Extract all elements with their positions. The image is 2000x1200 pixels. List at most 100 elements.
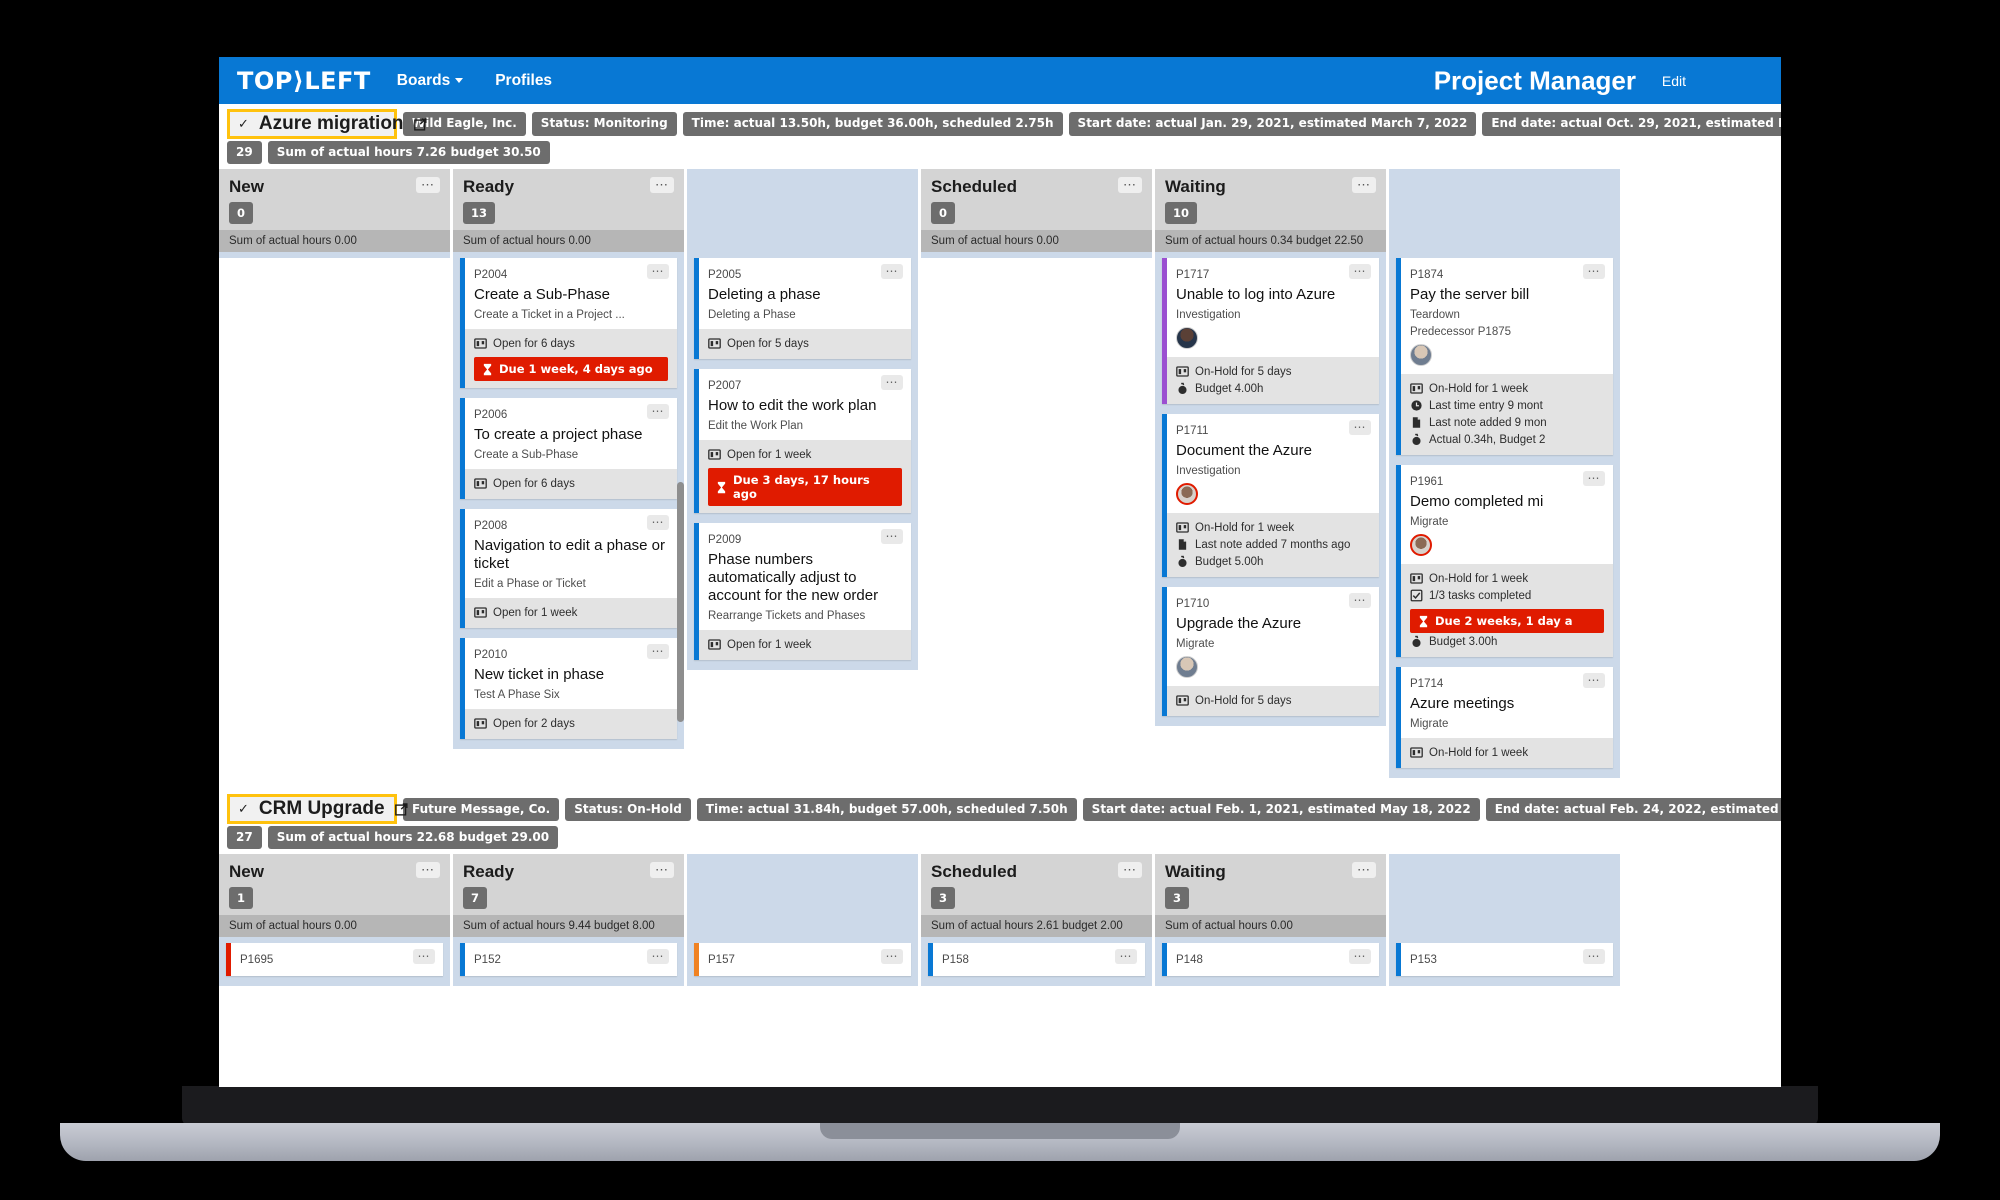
ticket-card[interactable]: P152 ⋯ [460, 943, 677, 977]
card-menu-button[interactable]: ⋯ [647, 949, 669, 965]
collapse-check-icon[interactable]: ✓ [238, 116, 249, 132]
ticket-card[interactable]: P2007 ⋯ How to edit the work plan Edit the … [694, 369, 911, 514]
card-menu-button[interactable]: ⋯ [647, 515, 669, 531]
avatar[interactable] [1410, 534, 1432, 557]
column-body[interactable] [219, 252, 450, 258]
card-meta-text: Actual 0.34h, Budget 2 [1429, 433, 1546, 446]
ticket-card[interactable]: P2006 ⋯ To create a project phase Create a … [460, 398, 677, 500]
board-icon [708, 449, 721, 460]
column-count-badge: 3 [1165, 887, 1190, 910]
ticket-card[interactable]: P1874 ⋯ Pay the server bill Teardown Predece… [1396, 258, 1613, 456]
avatar[interactable] [1176, 483, 1198, 506]
column-body[interactable] [921, 252, 1152, 258]
column-body[interactable]: P152 ⋯ [453, 937, 684, 977]
nav-item-profiles[interactable]: Profiles [479, 66, 568, 96]
column-body-overflow[interactable]: P157 ⋯ [687, 937, 918, 977]
card-menu-button[interactable]: ⋯ [1349, 949, 1371, 965]
card-menu-button[interactable]: ⋯ [881, 949, 903, 965]
ticket-card[interactable]: P1711 ⋯ Document the Azure Investigation On-… [1162, 414, 1379, 578]
column-menu-button[interactable]: ⋯ [416, 862, 440, 879]
board-icon [474, 607, 487, 618]
column-body-overflow[interactable]: P1874 ⋯ Pay the server bill Teardown Predece… [1389, 252, 1620, 769]
card-menu-button[interactable]: ⋯ [881, 375, 903, 391]
project-open-icon[interactable] [394, 802, 408, 816]
ticket-card[interactable]: P2008 ⋯ Navigation to edit a phase or tick… [460, 509, 677, 629]
card-menu-button[interactable]: ⋯ [1583, 949, 1605, 965]
avatar[interactable] [1176, 327, 1198, 350]
ticket-card[interactable]: P148 ⋯ [1162, 943, 1379, 977]
board-column: Scheduled ⋯ 0 Sum of actual hours 0.00 [921, 169, 1152, 259]
card-menu-button[interactable]: ⋯ [1583, 264, 1605, 280]
card-menu-button[interactable]: ⋯ [647, 264, 669, 280]
ticket-card[interactable]: P153 ⋯ [1396, 943, 1613, 977]
project-title-box[interactable]: ✓ Azure migration [227, 109, 427, 139]
card-menu-button[interactable]: ⋯ [1115, 949, 1137, 965]
ticket-card[interactable]: P158 ⋯ [928, 943, 1145, 977]
column-header: Scheduled ⋯ 3 [921, 854, 1152, 916]
avatar[interactable] [1410, 344, 1432, 367]
card-meta-row: Budget 5.00h [1176, 553, 1370, 570]
ticket-card[interactable]: P1695 ⋯ [226, 943, 443, 977]
collapse-check-icon[interactable]: ✓ [238, 801, 249, 817]
column-menu-button[interactable]: ⋯ [650, 177, 674, 194]
topleft-logo[interactable]: TOP⟩LEFT [227, 67, 381, 95]
project-open-icon[interactable] [413, 117, 427, 131]
ticket-card[interactable]: P1710 ⋯ Upgrade the Azure Migrate On-Hold fo… [1162, 587, 1379, 717]
card-menu-button[interactable]: ⋯ [647, 644, 669, 660]
card-predecessor: Predecessor P1875 [1410, 326, 1512, 339]
ticket-card[interactable]: P157 ⋯ [694, 943, 911, 977]
ticket-card[interactable]: P1714 ⋯ Azure meetings Migrate On-Hold for 1… [1396, 667, 1613, 769]
card-title: Create a Sub-Phase [474, 286, 610, 304]
ticket-card[interactable]: P2005 ⋯ Deleting a phase Deleting a Phase Op… [694, 258, 911, 360]
ticket-card[interactable]: P2004 ⋯ Create a Sub-Phase Create a Ticket … [460, 258, 677, 389]
due-badge: Due 1 week, 4 days ago [474, 357, 668, 382]
card-subtitle: Migrate [1176, 638, 1215, 651]
card-menu-button[interactable]: ⋯ [881, 264, 903, 280]
column-body[interactable]: P2004 ⋯ Create a Sub-Phase Create a Ticket … [453, 252, 684, 740]
card-menu-button[interactable]: ⋯ [1583, 673, 1605, 689]
card-footer: Open for 1 week Due 3 days, 17 hours ago [699, 440, 911, 514]
column-menu-button[interactable]: ⋯ [1352, 177, 1376, 194]
column-menu-button[interactable]: ⋯ [1118, 177, 1142, 194]
nav-item-boards[interactable]: Boards [381, 66, 479, 96]
card-id: P2007 [708, 380, 742, 393]
ticket-card[interactable]: P2010 ⋯ New ticket in phase Test A Phase Si… [460, 638, 677, 740]
column-header: New ⋯ 0 [219, 169, 450, 231]
board-icon [708, 338, 721, 349]
card-header: P2009 ⋯ Phase numbers automatically adjust… [699, 523, 911, 630]
card-meta-text: Open for 5 days [727, 337, 809, 350]
project-title-box[interactable]: ✓ CRM Upgrade [227, 794, 408, 825]
column-count-badge: 0 [229, 202, 254, 225]
column-body[interactable]: P148 ⋯ [1155, 937, 1386, 977]
card-menu-button[interactable]: ⋯ [1349, 264, 1371, 280]
column-menu-button[interactable]: ⋯ [1352, 862, 1376, 879]
column-menu-button[interactable]: ⋯ [416, 177, 440, 194]
note-icon [1412, 417, 1421, 428]
column-body-overflow[interactable]: P2005 ⋯ Deleting a phase Deleting a Phase Op… [687, 252, 918, 661]
card-subtitle: Migrate [1410, 516, 1449, 529]
column-scrollbar[interactable] [677, 482, 684, 723]
card-menu-button[interactable]: ⋯ [881, 529, 903, 545]
card-menu-button[interactable]: ⋯ [1583, 471, 1605, 487]
card-menu-button[interactable]: ⋯ [1349, 420, 1371, 436]
ticket-card[interactable]: P2009 ⋯ Phase numbers automatically adjust… [694, 523, 911, 661]
column-menu-button[interactable]: ⋯ [650, 862, 674, 879]
column-body[interactable]: P1717 ⋯ Unable to log into Azure Investigat… [1155, 252, 1386, 717]
logo-text-left: LEFT [304, 66, 371, 95]
ticket-card[interactable]: P1961 ⋯ Demo completed mi Migrate On-Hold fo… [1396, 465, 1613, 658]
card-footer: Open for 1 week [699, 630, 911, 661]
column-count-badge: 13 [463, 202, 496, 225]
column-body[interactable]: P1695 ⋯ [219, 937, 450, 977]
column-menu-button[interactable]: ⋯ [1118, 862, 1142, 879]
column-body-overflow[interactable]: P153 ⋯ [1389, 937, 1620, 977]
external-link-icon [394, 802, 408, 816]
card-menu-button[interactable]: ⋯ [1349, 593, 1371, 609]
card-meta-row: On-Hold for 1 week [1410, 744, 1604, 761]
ticket-card[interactable]: P1717 ⋯ Unable to log into Azure Investigat… [1162, 258, 1379, 405]
card-header: P2004 ⋯ Create a Sub-Phase Create a Ticket … [465, 258, 677, 329]
edit-link[interactable]: Edit [1662, 73, 1686, 89]
avatar[interactable] [1176, 656, 1198, 679]
card-menu-button[interactable]: ⋯ [647, 404, 669, 420]
column-body[interactable]: P158 ⋯ [921, 937, 1152, 977]
card-menu-button[interactable]: ⋯ [413, 949, 435, 965]
